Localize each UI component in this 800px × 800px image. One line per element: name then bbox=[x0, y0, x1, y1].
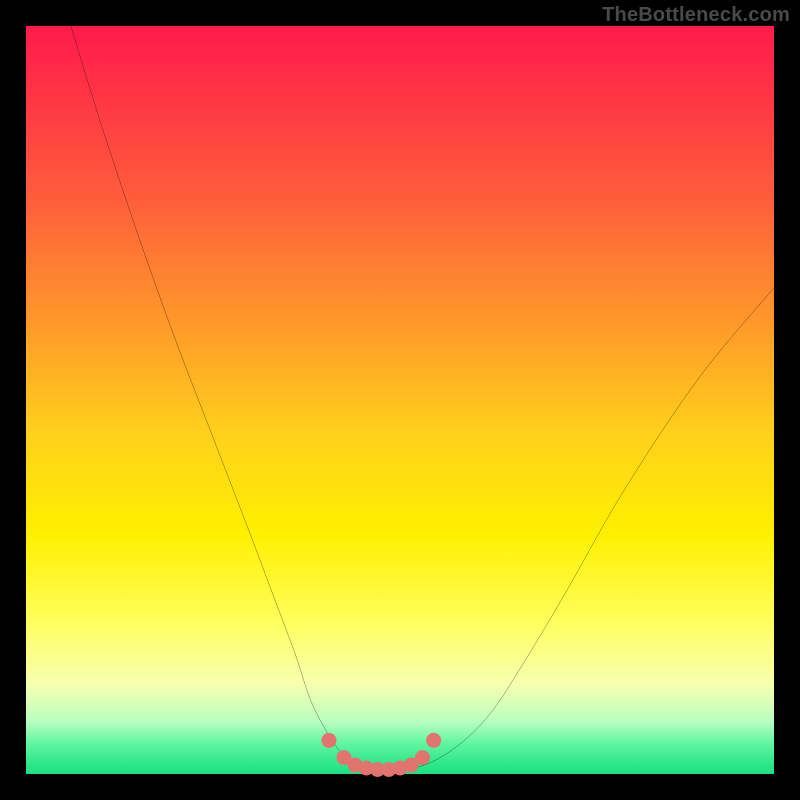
bottom-marker-group bbox=[321, 733, 441, 777]
marker-dot bbox=[426, 733, 441, 748]
bottleneck-curve bbox=[71, 26, 774, 773]
marker-dot bbox=[321, 733, 336, 748]
marker-dot bbox=[415, 750, 430, 765]
plot-area bbox=[26, 26, 774, 774]
chart-svg bbox=[26, 26, 774, 774]
watermark-text: TheBottleneck.com bbox=[602, 4, 790, 27]
chart-frame: TheBottleneck.com bbox=[0, 0, 800, 800]
